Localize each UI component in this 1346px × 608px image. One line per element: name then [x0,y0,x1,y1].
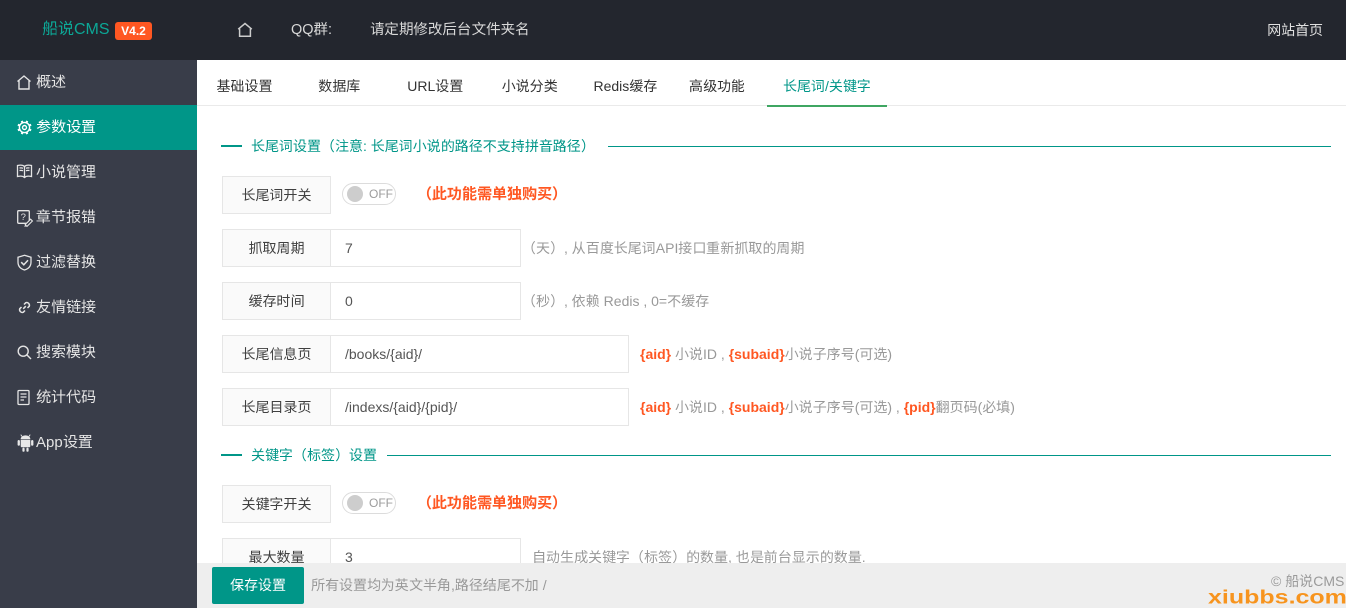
svg-text:?: ? [21,212,26,223]
